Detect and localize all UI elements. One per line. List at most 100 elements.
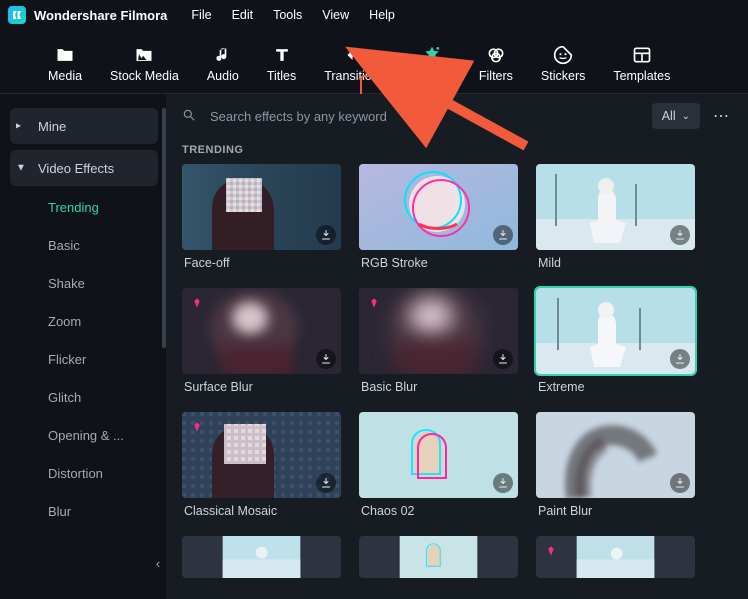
filter-dropdown[interactable]: All ⌄ [652, 103, 700, 129]
more-button[interactable]: ⋯ [710, 106, 732, 126]
sidebar-item-opening[interactable]: Opening & ... [0, 416, 158, 454]
effect-card[interactable] [182, 536, 341, 578]
effect-card[interactable]: Classical Mosaic [182, 412, 341, 518]
tab-label: Transitions [324, 69, 385, 83]
titles-icon [272, 45, 292, 65]
stickers-icon [553, 45, 573, 65]
app-name: Wondershare Filmora [34, 8, 167, 23]
templates-icon [632, 45, 652, 65]
tab-stickers[interactable]: Stickers [527, 45, 599, 93]
chevron-down-icon: ⌄ [682, 111, 690, 122]
sidebar-item-zoom[interactable]: Zoom [0, 302, 158, 340]
download-icon[interactable] [493, 349, 513, 369]
section-title-trending: TRENDING [166, 138, 748, 164]
download-icon[interactable] [316, 225, 336, 245]
collapse-sidebar-button[interactable]: ‹ [148, 545, 168, 581]
effect-thumbnail[interactable] [536, 164, 695, 250]
download-icon[interactable] [316, 473, 336, 493]
effect-card[interactable]: Extreme [536, 288, 695, 394]
effect-card[interactable]: Chaos 02 [359, 412, 518, 518]
sidebar-group-video-effects[interactable]: ▼ Video Effects [10, 150, 158, 186]
effect-label: Classical Mosaic [182, 504, 341, 518]
effect-card[interactable]: Surface Blur [182, 288, 341, 394]
effect-thumbnail[interactable] [182, 412, 341, 498]
chevron-down-icon: ▼ [16, 163, 26, 174]
tab-audio[interactable]: Audio [193, 45, 253, 93]
sidebar-item-distortion[interactable]: Distortion [0, 454, 158, 492]
menu-tools[interactable]: Tools [273, 8, 302, 22]
effect-label: Paint Blur [536, 504, 695, 518]
download-icon[interactable] [493, 473, 513, 493]
sidebar-item-blur[interactable]: Blur [0, 492, 158, 530]
tab-effects[interactable]: Effects [399, 45, 465, 93]
effects-grid: Face-off RGB Stroke Mild Surface Blur Basic … [166, 164, 748, 594]
tab-label: Titles [267, 69, 296, 83]
toolbar-tabs: Media Stock Media Audio Titles Transitio… [0, 30, 748, 94]
effect-card[interactable] [359, 536, 518, 578]
folder-icon [55, 45, 75, 65]
effect-label: RGB Stroke [359, 256, 518, 270]
tab-titles[interactable]: Titles [253, 45, 310, 93]
effect-thumbnail[interactable] [359, 536, 518, 578]
tab-templates[interactable]: Templates [599, 45, 684, 93]
effect-thumbnail[interactable] [359, 288, 518, 374]
effect-thumbnail[interactable] [182, 164, 341, 250]
search-input[interactable] [208, 108, 642, 125]
tab-label: Filters [479, 69, 513, 83]
tab-label: Media [48, 69, 82, 83]
content-panel: All ⌄ ⋯ TRENDING Face-off RGB Stroke Mild S… [166, 94, 748, 599]
transitions-icon [345, 45, 365, 65]
effect-thumbnail[interactable] [182, 536, 341, 578]
download-icon[interactable] [670, 349, 690, 369]
audio-icon [213, 45, 233, 65]
sidebar-item-basic[interactable]: Basic [0, 226, 158, 264]
sidebar-group-mine[interactable]: ▸ Mine [10, 108, 158, 144]
effect-label: Extreme [536, 380, 695, 394]
effect-thumbnail[interactable] [536, 536, 695, 578]
menu-view[interactable]: View [322, 8, 349, 22]
menu-edit[interactable]: Edit [232, 8, 254, 22]
effect-label: Mild [536, 256, 695, 270]
chevron-right-icon: ▸ [16, 121, 21, 132]
stock-icon [134, 45, 154, 65]
download-icon[interactable] [670, 473, 690, 493]
sidebar-item-shake[interactable]: Shake [0, 264, 158, 302]
effect-thumbnail[interactable] [536, 412, 695, 498]
title-bar: Wondershare Filmora File Edit Tools View… [0, 0, 748, 30]
tab-filters[interactable]: Filters [465, 45, 527, 93]
sidebar-item-flicker[interactable]: Flicker [0, 340, 158, 378]
effect-thumbnail[interactable] [182, 288, 341, 374]
download-icon[interactable] [316, 349, 336, 369]
menu-bar: File Edit Tools View Help [191, 8, 394, 22]
effect-thumbnail[interactable] [359, 164, 518, 250]
sidebar-label: Mine [38, 119, 66, 134]
effect-card[interactable]: RGB Stroke [359, 164, 518, 270]
menu-help[interactable]: Help [369, 8, 395, 22]
tab-stock-media[interactable]: Stock Media [96, 45, 193, 93]
effect-label: Face-off [182, 256, 341, 270]
menu-file[interactable]: File [191, 8, 211, 22]
sidebar-item-glitch[interactable]: Glitch [0, 378, 158, 416]
sidebar-item-trending[interactable]: Trending [0, 188, 158, 226]
effect-card[interactable] [536, 536, 695, 578]
search-row: All ⌄ ⋯ [166, 94, 748, 138]
tab-transitions[interactable]: Transitions [310, 45, 399, 93]
tab-label: Audio [207, 69, 239, 83]
download-icon[interactable] [670, 225, 690, 245]
effect-card[interactable]: Face-off [182, 164, 341, 270]
download-icon[interactable] [493, 225, 513, 245]
premium-heart-icon [364, 293, 384, 313]
effects-icon [422, 45, 442, 65]
effect-card[interactable]: Paint Blur [536, 412, 695, 518]
tab-media[interactable]: Media [34, 45, 96, 93]
premium-heart-icon [187, 417, 207, 437]
effect-thumbnail[interactable] [359, 412, 518, 498]
effect-thumbnail[interactable] [536, 288, 695, 374]
sidebar-label: Video Effects [38, 161, 114, 176]
effect-label: Basic Blur [359, 380, 518, 394]
effect-label: Surface Blur [182, 380, 341, 394]
effect-card[interactable]: Basic Blur [359, 288, 518, 394]
premium-heart-icon [541, 541, 561, 561]
tab-label: Templates [613, 69, 670, 83]
effect-card[interactable]: Mild [536, 164, 695, 270]
